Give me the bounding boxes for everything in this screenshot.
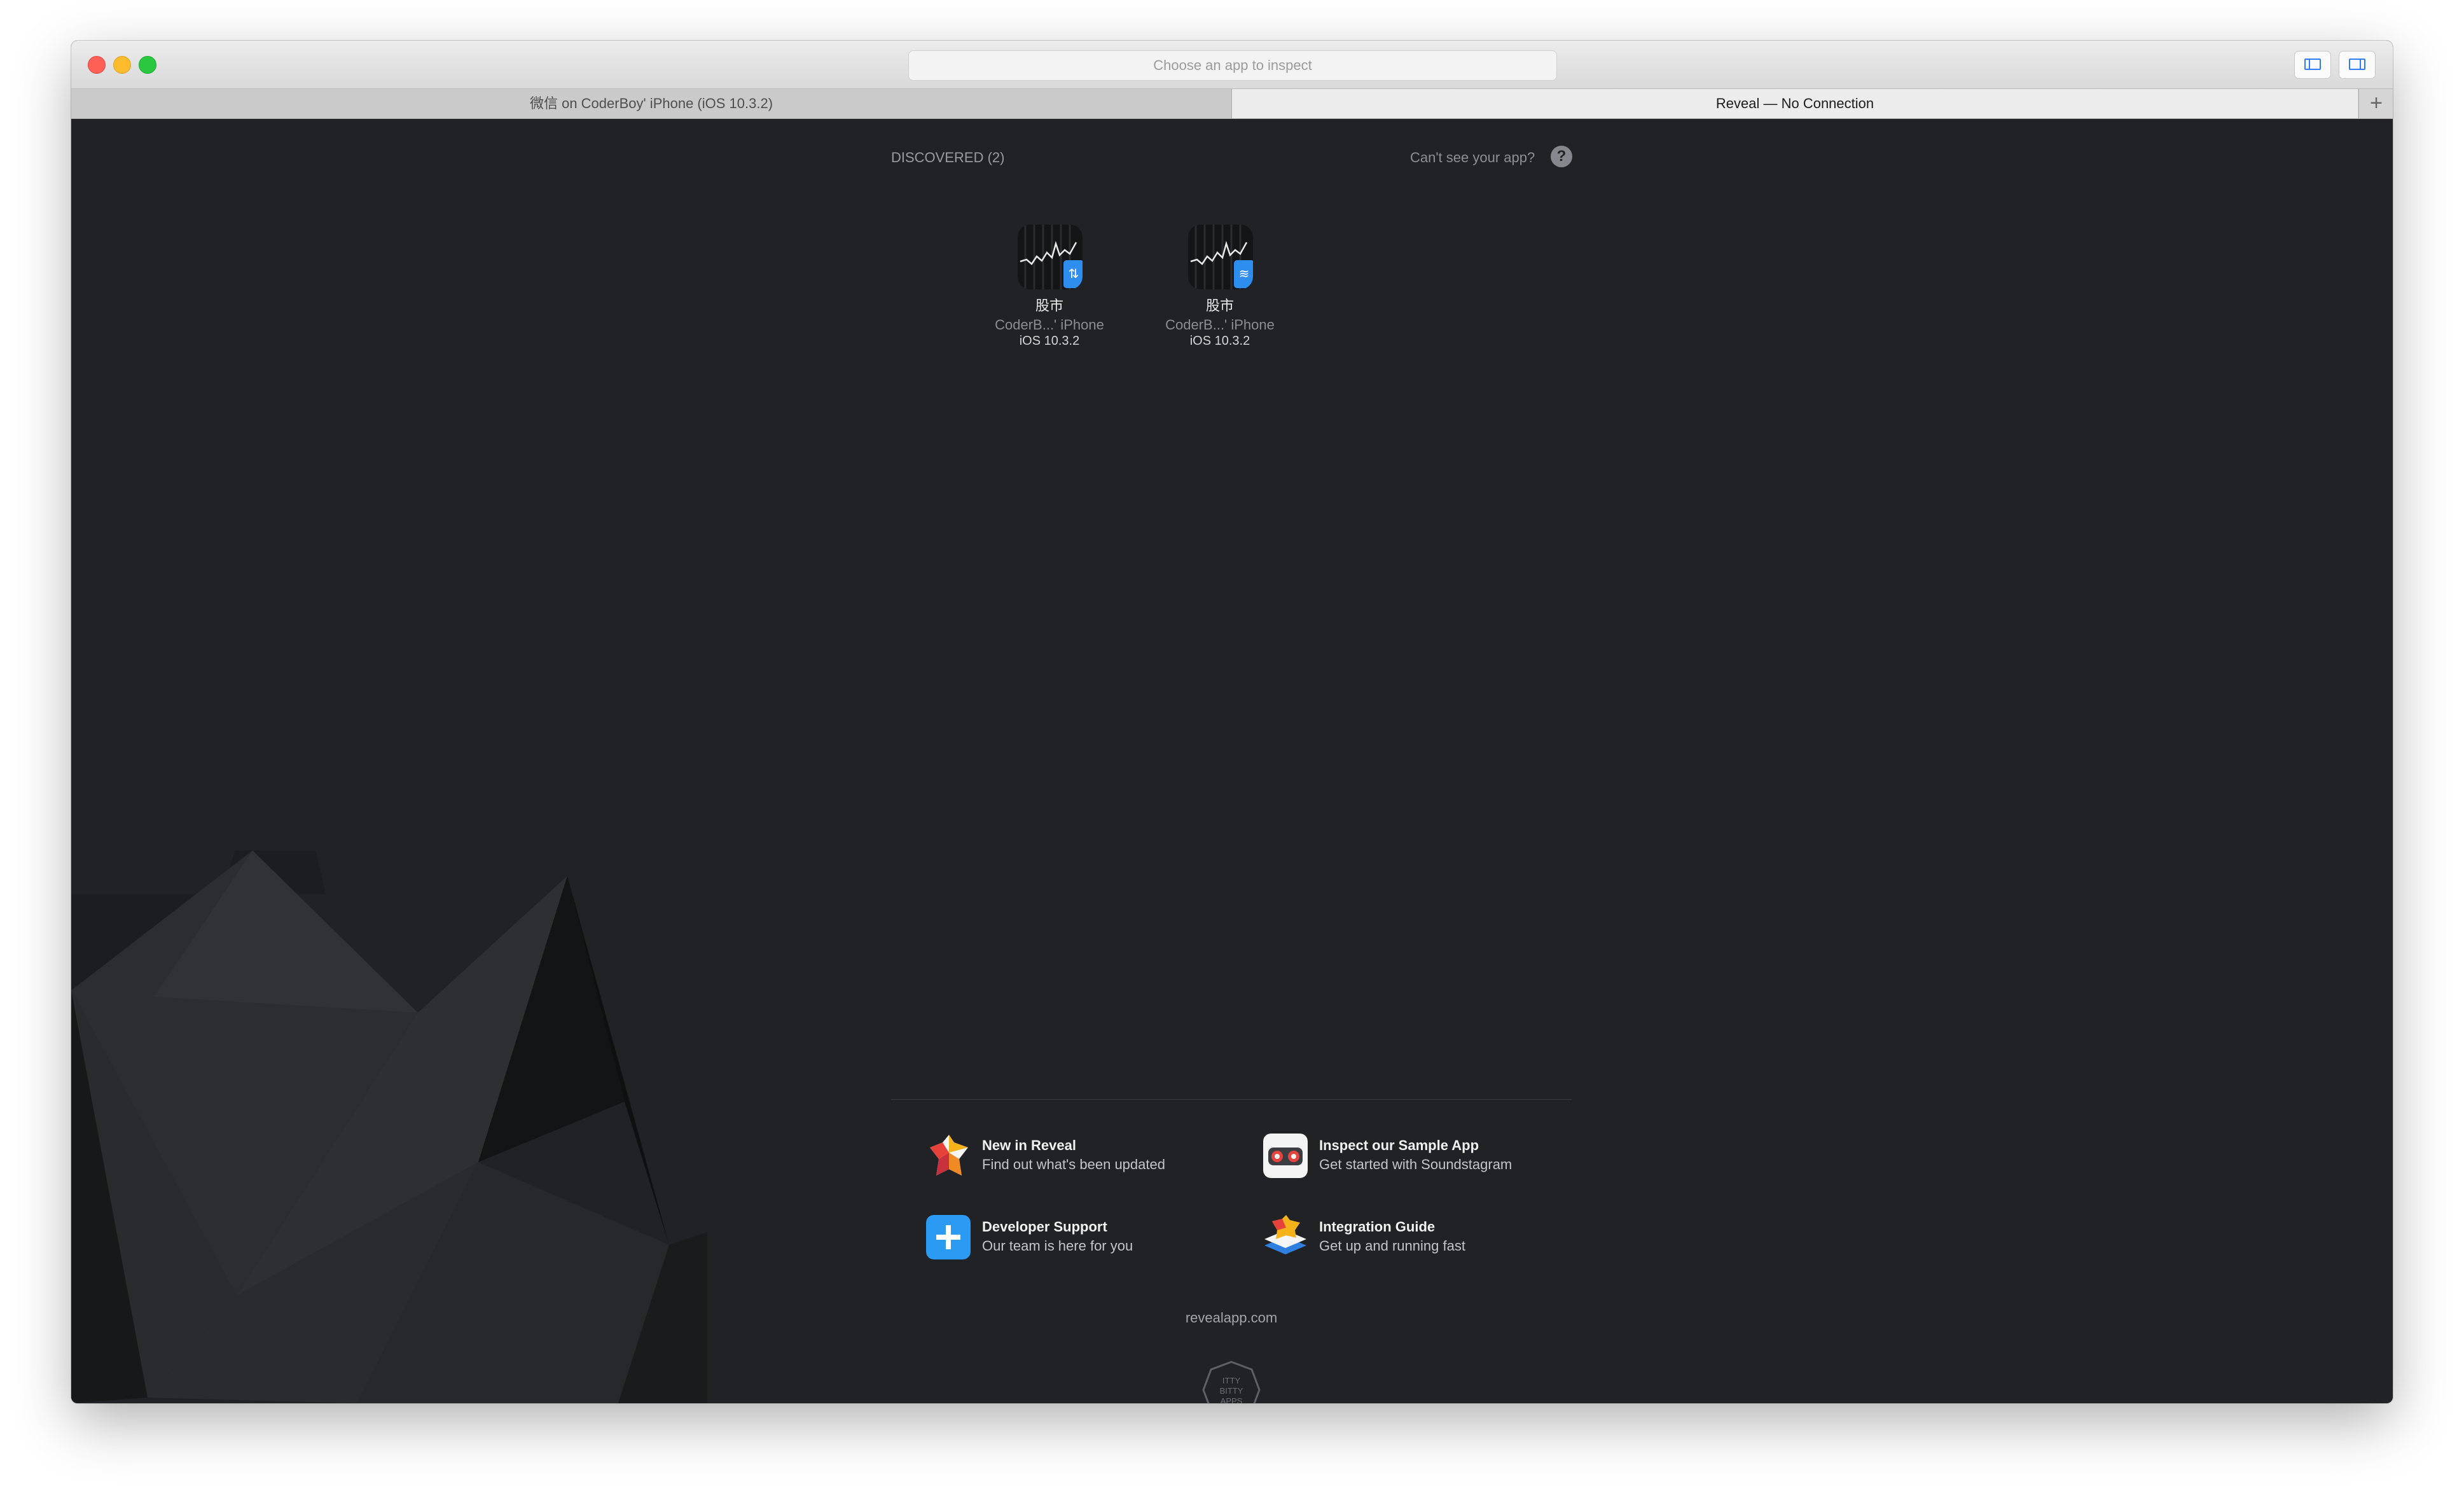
polygon-decoration bbox=[71, 850, 707, 1403]
close-button[interactable] bbox=[88, 56, 106, 74]
stocks-app-icon: ⇅ bbox=[1018, 225, 1083, 289]
toggle-left-sidebar-button[interactable] bbox=[2294, 51, 2331, 79]
reveal-star-icon bbox=[930, 1135, 968, 1176]
app-name: 股市 bbox=[1035, 298, 1063, 314]
main-content: DISCOVERED (2) Can't see your app? ? ⇅ 股… bbox=[71, 119, 2393, 1403]
link-subtitle: Get started with Soundstagram bbox=[1319, 1156, 1512, 1172]
link-title: Inspect our Sample App bbox=[1319, 1137, 1479, 1153]
app-device: CoderB...' iPhone bbox=[995, 317, 1104, 333]
svg-text:APPS: APPS bbox=[1221, 1396, 1243, 1403]
link-title: Integration Guide bbox=[1319, 1219, 1436, 1235]
minimize-button[interactable] bbox=[113, 56, 131, 74]
link-title: Developer Support bbox=[982, 1219, 1107, 1235]
link-subtitle: Find out what's been updated bbox=[982, 1156, 1165, 1172]
tab-no-connection[interactable]: Reveal — No Connection bbox=[1232, 89, 2358, 118]
app-device: CoderB...' iPhone bbox=[1165, 317, 1275, 333]
developer-support-link[interactable]: Developer Support Our team is here for y… bbox=[926, 1215, 1231, 1266]
integration-guide-link[interactable]: Integration Guide Get up and running fas… bbox=[1263, 1215, 1568, 1266]
plus-icon bbox=[926, 1215, 971, 1259]
new-tab-button[interactable]: + bbox=[2358, 89, 2393, 118]
discovered-label: DISCOVERED (2) bbox=[891, 149, 1005, 165]
itty-bitty-apps-logo[interactable]: ITTY BITTY APPS bbox=[1202, 1361, 1261, 1403]
app-os-version: iOS 10.3.2 bbox=[1189, 334, 1250, 348]
revealapp-link[interactable]: revealapp.com bbox=[1168, 1310, 1295, 1326]
integration-guide-icon bbox=[1264, 1215, 1306, 1254]
app-window: Choose an app to inspect 微信 on CoderBoy'… bbox=[71, 41, 2393, 1403]
titlebar: Choose an app to inspect bbox=[71, 41, 2393, 89]
stocks-app-icon: ≋ bbox=[1188, 225, 1253, 289]
app-chooser-field[interactable]: Choose an app to inspect bbox=[908, 50, 1557, 81]
link-subtitle: Get up and running fast bbox=[1319, 1238, 1465, 1254]
cant-see-app-link[interactable]: Can't see your app? bbox=[1410, 149, 1535, 166]
tab-wechat-connection[interactable]: 微信 on CoderBoy' iPhone (iOS 10.3.2) bbox=[71, 89, 1232, 118]
new-in-reveal-link[interactable]: New in Reveal Find out what's been updat… bbox=[926, 1134, 1231, 1184]
toggle-right-sidebar-button[interactable] bbox=[2339, 51, 2376, 79]
discovered-app-usb[interactable]: ⇅ 股市 CoderB...' iPhone iOS 10.3.2 bbox=[979, 225, 1119, 371]
zoom-button[interactable] bbox=[139, 56, 156, 74]
app-os-version: iOS 10.3.2 bbox=[1019, 334, 1080, 348]
usb-icon: ⇅ bbox=[1063, 260, 1083, 288]
discovered-app-wifi[interactable]: ≋ 股市 CoderB...' iPhone iOS 10.3.2 bbox=[1150, 225, 1290, 371]
left-sidebar-icon bbox=[2304, 59, 2321, 70]
tab-bar: 微信 on CoderBoy' iPhone (iOS 10.3.2) Reve… bbox=[71, 89, 2393, 119]
app-name: 股市 bbox=[1205, 298, 1234, 314]
link-subtitle: Our team is here for you bbox=[982, 1238, 1133, 1254]
sample-app-link[interactable]: Inspect our Sample App Get started with … bbox=[1263, 1134, 1568, 1184]
svg-text:BITTY: BITTY bbox=[1220, 1386, 1243, 1396]
svg-text:ITTY: ITTY bbox=[1222, 1376, 1240, 1385]
right-sidebar-icon bbox=[2349, 59, 2365, 70]
link-title: New in Reveal bbox=[982, 1137, 1076, 1153]
help-icon[interactable]: ? bbox=[1551, 146, 1572, 167]
wifi-icon: ≋ bbox=[1234, 260, 1253, 288]
soundstagram-icon bbox=[1263, 1134, 1308, 1178]
divider bbox=[891, 1099, 1572, 1100]
